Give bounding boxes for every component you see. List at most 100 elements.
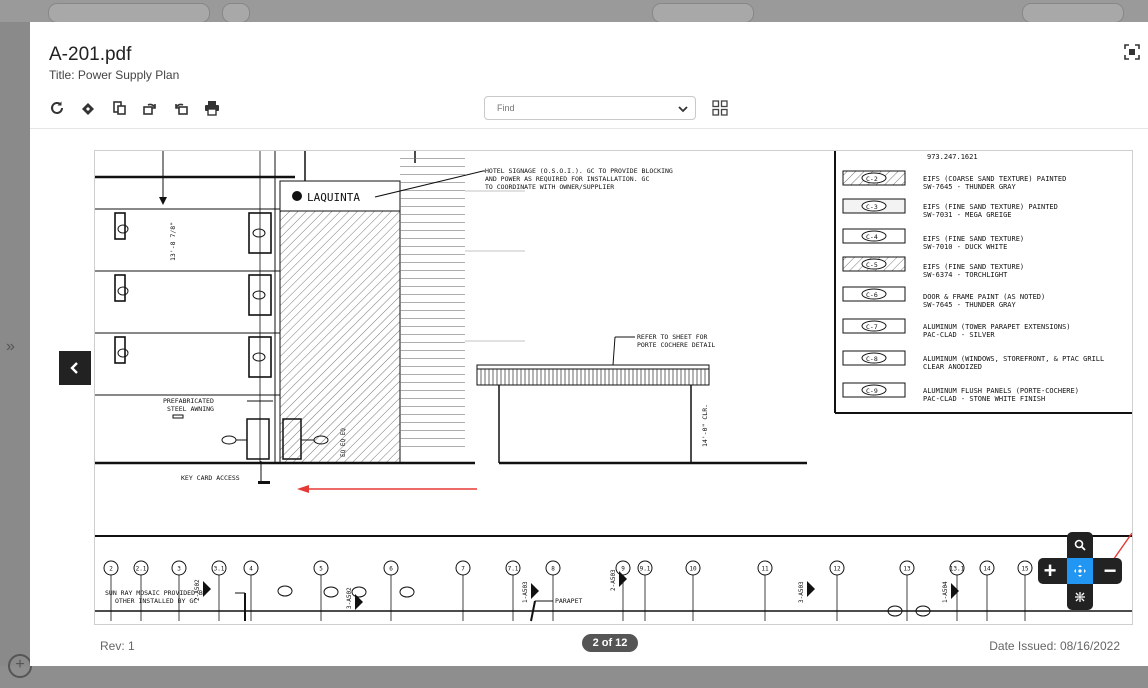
app-tab-pill (48, 3, 210, 23)
section-ref-6: 1-A504 (942, 581, 949, 603)
note-keycard: KEY CARD ACCESS (181, 474, 240, 482)
grid-label: 6 (389, 566, 393, 573)
zoom-search-button[interactable] (1067, 532, 1093, 558)
legend-line1-4: EIFS (FINE SAND TEXTURE) (923, 263, 1024, 271)
document-filename: A-201.pdf (49, 44, 132, 65)
app-avatars-pill (1022, 3, 1124, 23)
rotate-right-icon[interactable] (141, 99, 159, 117)
legend-line2-5: SW-7645 - THUNDER GRAY (923, 301, 1017, 309)
legend-line2-3: SW-7010 - DUCK WHITE (923, 243, 1007, 251)
grid-label: 7.1 (508, 566, 519, 573)
legend-line1-7: ALUMINUM (WINDOWS, STOREFRONT, & PTAC GR… (923, 355, 1104, 363)
grid-label: 11 (761, 566, 769, 573)
note-signage-3: TO COORDINATE WITH OWNER/SUPPLIER (485, 183, 614, 191)
section-markers: 2-A502 3-A502 1-A503 2-A503 3-A503 1-A50… (194, 569, 959, 622)
zoom-out-button[interactable]: − (1098, 558, 1122, 584)
fit-page-button[interactable] (1067, 584, 1093, 610)
dim-clearance: 14'-0" CLR. (701, 404, 709, 447)
note-mosaic-2: OTHER INSTALLED BY GC (115, 597, 197, 605)
legend-line2-1: SW-7645 - THUNDER GRAY (923, 183, 1017, 191)
pdf-page[interactable]: LAQUINTA HOTEL SIGNAGE (O.S.O.I.). GC TO… (94, 150, 1133, 625)
dim-eq: EQ EQ EQ (340, 428, 347, 457)
legend-line2-4: SW-6374 - TORCHLIGHT (923, 271, 1008, 279)
page-indicator: 2 of 12 (582, 634, 638, 652)
move-icon (1074, 565, 1086, 577)
add-icon: + (8, 654, 32, 678)
previous-page-button[interactable] (59, 351, 91, 385)
grid-label: 2.1 (136, 566, 147, 573)
note-mosaic-1: SUN RAY MOSAIC PROVIDED BY (105, 589, 207, 597)
grid-label: 13.1 (950, 566, 965, 573)
pan-button[interactable] (1067, 558, 1093, 584)
logo-text: LAQUINTA (307, 191, 360, 204)
zoom-lens-icon (1074, 539, 1086, 551)
section-ref-3: 1-A503 (522, 581, 529, 603)
legend-tag-4: C-5 (866, 261, 878, 269)
legend-line1-3: EIFS (FINE SAND TEXTURE) (923, 235, 1024, 243)
grid-label: 13 (903, 566, 911, 573)
legend-line1-6: ALUMINUM (TOWER PARAPET EXTENSIONS) (923, 323, 1071, 331)
legend-tag-1: C-2 (866, 175, 878, 183)
grid-label: 9 (621, 566, 625, 573)
app-user-pill (652, 3, 754, 23)
red-arrow-annotation (297, 485, 477, 493)
grid-label: 12 (833, 566, 841, 573)
sign-icon[interactable] (79, 99, 97, 117)
toolbar-divider (30, 128, 1148, 129)
grid-label: 10 (689, 566, 697, 573)
revision-label: Rev: 1 (100, 639, 135, 653)
app-topbar (0, 0, 1148, 23)
legend-tag-7: C-8 (866, 355, 878, 363)
legend-tag-8: C-9 (866, 387, 878, 395)
laquinta-logo: LAQUINTA (283, 185, 391, 207)
grid-label: 3 (177, 566, 181, 573)
document-subtitle: Title: Power Supply Plan (49, 68, 180, 82)
legend-line2-6: PAC-CLAD - SILVER (923, 331, 995, 339)
app-bottom-strip (0, 666, 1148, 688)
grid-label: 7 (461, 566, 465, 573)
print-icon[interactable] (203, 99, 221, 117)
material-legend: 973.247.1621 C-2 EIFS (COARSE SAND TEXTU… (834, 151, 1132, 414)
rotate-left-icon[interactable] (172, 99, 190, 117)
grid-bubbles: 2 2.1 3 3.1 4 5 6 7 7.1 8 9 9.1 10 11 12 13 13.1 14 15 (103, 560, 1033, 621)
grid-label: 5 (319, 566, 323, 573)
grid-label: 8 (551, 566, 555, 573)
drawing-canvas: LAQUINTA HOTEL SIGNAGE (O.S.O.I.). GC TO… (95, 151, 1132, 622)
legend-line2-7: CLEAR ANODIZED (923, 363, 982, 371)
pdf-viewer-modal: A-201.pdf Title: Power Supply Plan Find … (30, 22, 1148, 666)
find-select[interactable] (484, 96, 696, 120)
grid-label: 3.1 (214, 566, 225, 573)
legend-tag-5: C-6 (866, 291, 878, 299)
note-parapet: PARAPET (555, 597, 582, 605)
legend-line1-5: DOOR & FRAME PAINT (AS NOTED) (923, 293, 1045, 301)
grid-label: 14 (983, 566, 991, 573)
note-porte-2: PORTE COCHERE DETAIL (637, 341, 715, 349)
fullscreen-icon[interactable] (1124, 44, 1140, 60)
legend-tag-2: C-3 (866, 203, 878, 211)
sidebar-expand-icon: » (6, 338, 15, 355)
refresh-icon[interactable] (48, 99, 66, 117)
legend-line2-8: PAC-CLAD - STONE WHITE FINISH (923, 395, 1045, 403)
zoom-in-button[interactable]: + (1038, 558, 1062, 584)
date-issued: Date Issued: 08/16/2022 (989, 639, 1120, 653)
legend-tag-6: C-7 (866, 323, 878, 331)
zoom-control: + − (1038, 532, 1122, 624)
legend-phone: 973.247.1621 (927, 153, 978, 161)
legend-line1-8: ALUMINUM FLUSH PANELS (PORTE-COCHERE) (923, 387, 1079, 395)
copy-icon[interactable] (110, 99, 128, 117)
note-awning-2: STEEL AWNING (167, 405, 214, 413)
legend-line2-2: SW-7031 - MEGA GREIGE (923, 211, 1012, 219)
chevron-left-icon (70, 362, 78, 374)
zoom-row: + − (1038, 558, 1122, 584)
app-search-pill (222, 3, 250, 23)
grid-label: 2 (109, 566, 113, 573)
find-input[interactable] (495, 102, 669, 114)
dim-height: 13'-8 7/8" (169, 222, 177, 261)
note-porte-1: REFER TO SHEET FOR (637, 333, 708, 341)
note-signage-2: AND POWER AS REQUIRED FOR INSTALLATION. … (485, 175, 649, 183)
thumbnail-grid-icon[interactable] (712, 100, 728, 116)
section-ref-5: 3-A503 (798, 581, 805, 603)
viewer-toolbar (48, 96, 221, 120)
grid-label: 15 (1021, 566, 1029, 573)
legend-tag-3: C-4 (866, 233, 878, 241)
